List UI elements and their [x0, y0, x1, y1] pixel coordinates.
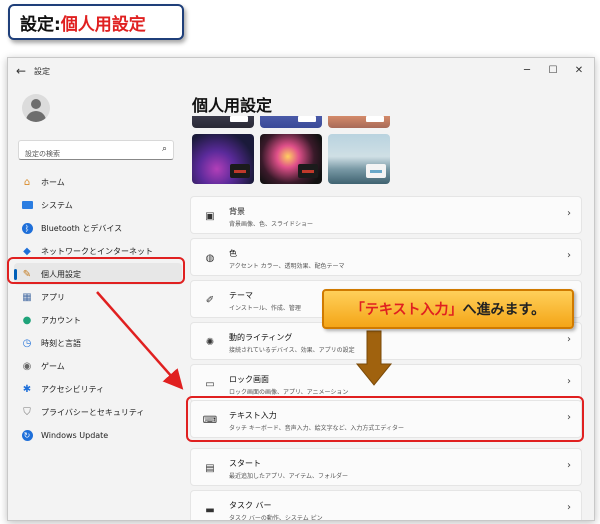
callout-text: へ進みます。 — [462, 302, 546, 318]
red-arrow — [96, 291, 184, 390]
down-arrow-icon — [355, 330, 393, 386]
callout-highlight: 「テキスト入力」 — [350, 302, 463, 318]
annotation-arrows — [96, 291, 393, 390]
callout-banner: 「テキスト入力」 へ進みます。 — [322, 289, 574, 329]
